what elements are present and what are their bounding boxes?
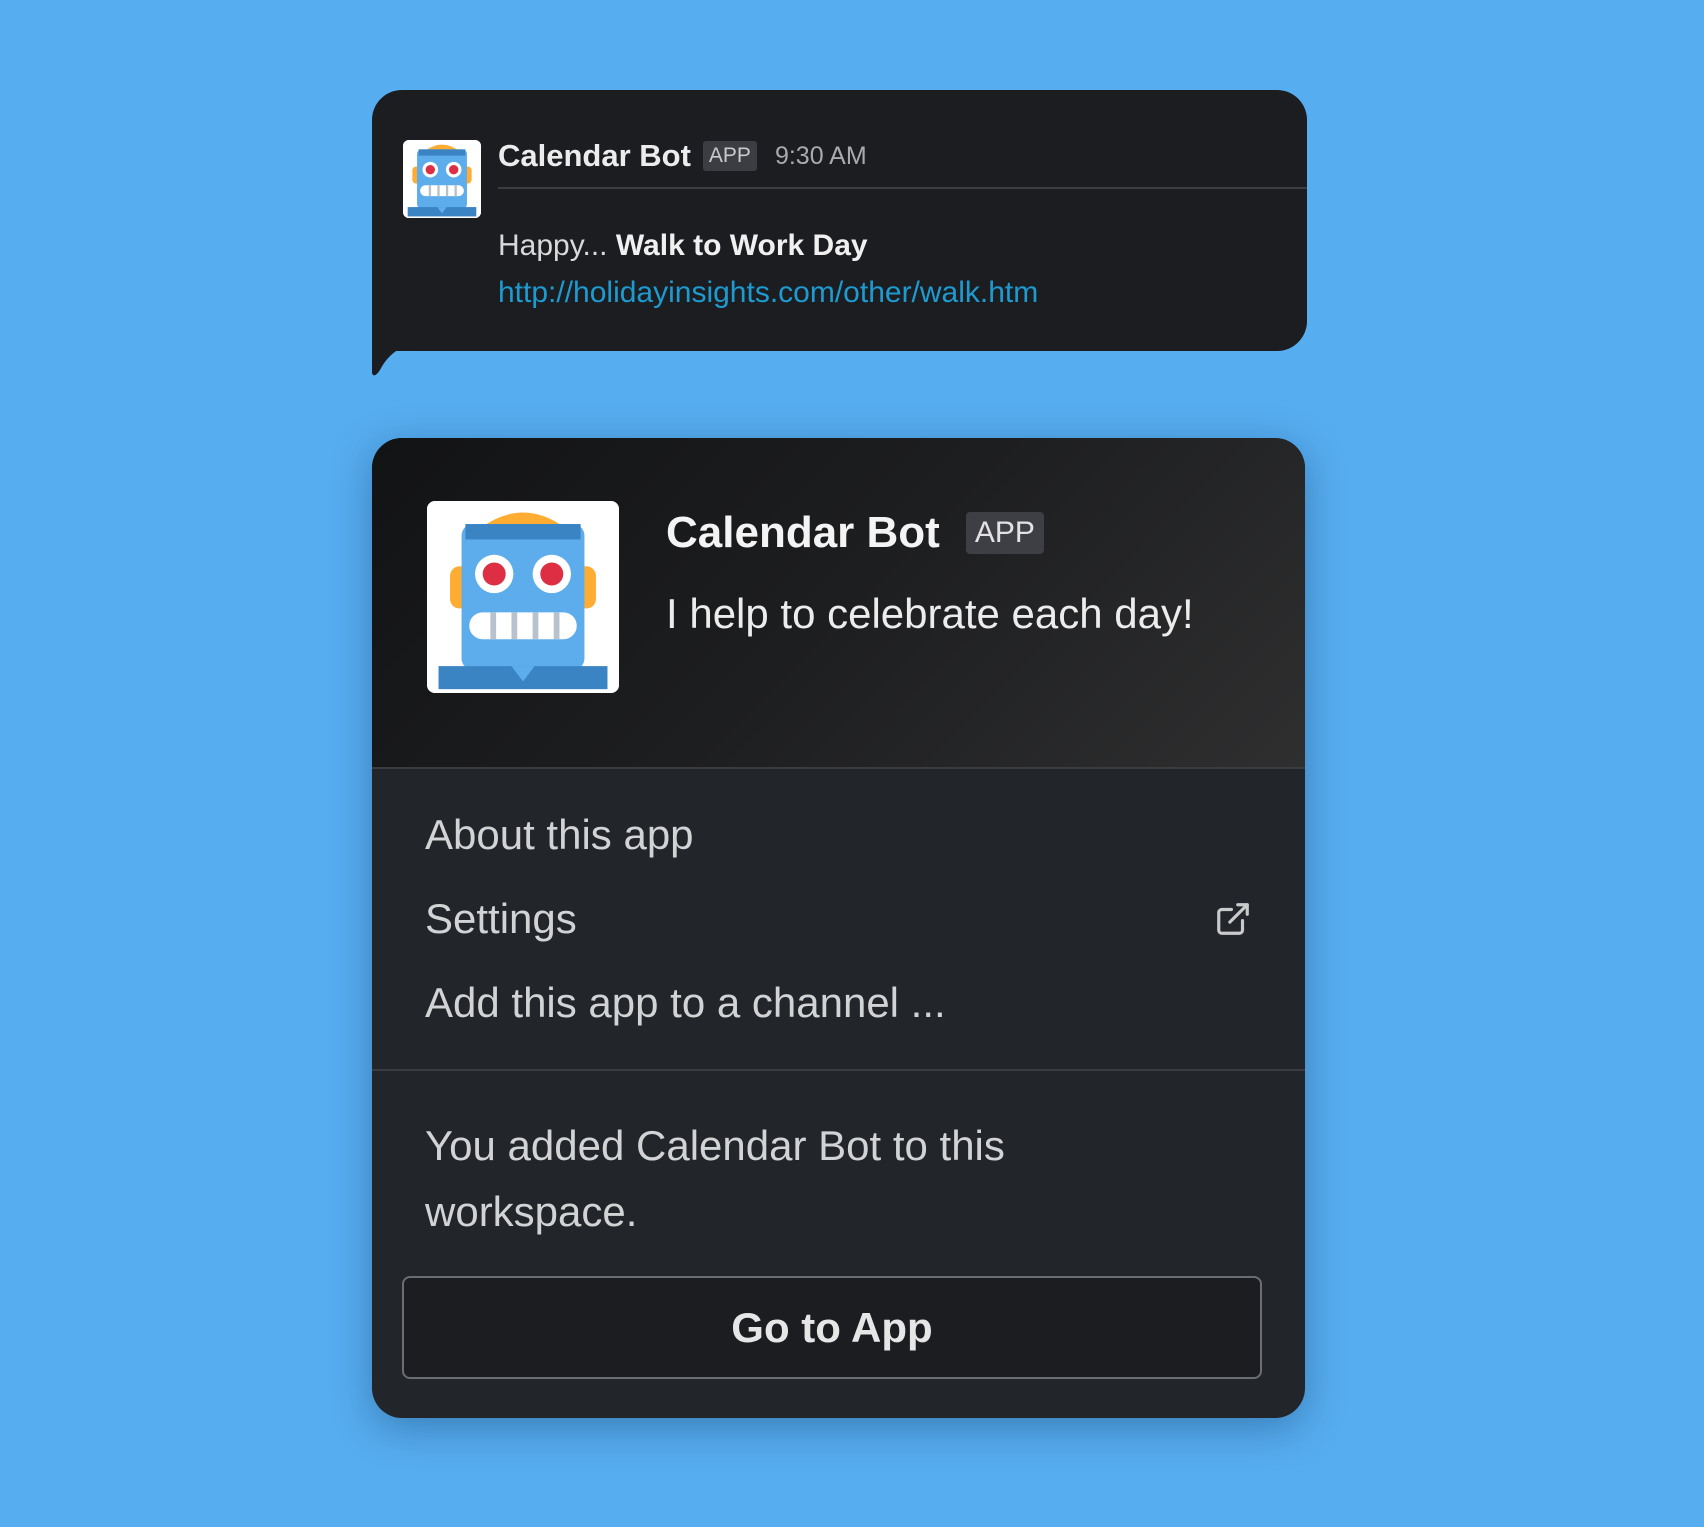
menu-item-about[interactable]: About this app bbox=[425, 800, 1252, 870]
message-link[interactable]: http://holidayinsights.com/other/walk.ht… bbox=[498, 276, 1038, 310]
robot-icon[interactable] bbox=[403, 140, 481, 218]
card-title-row: Calendar Bot APP bbox=[666, 508, 1044, 558]
message-text: Happy... Walk to Work Day bbox=[498, 229, 868, 263]
card-header: Calendar Bot APP I help to celebrate eac… bbox=[372, 438, 1305, 767]
message-timestamp[interactable]: 9:30 AM bbox=[775, 142, 867, 171]
app-badge: APP bbox=[965, 511, 1044, 555]
menu-divider bbox=[372, 1069, 1305, 1071]
message-text-prefix: Happy... bbox=[498, 229, 608, 262]
menu-item-add-to-channel[interactable]: Add this app to a channel ... bbox=[425, 968, 1252, 1038]
message-header: Calendar Bot APP 9:30 AM bbox=[498, 138, 867, 174]
go-to-app-button[interactable]: Go to App bbox=[402, 1276, 1262, 1379]
app-tagline: I help to celebrate each day! bbox=[666, 590, 1194, 637]
menu-item-label: Add this app to a channel ... bbox=[425, 979, 946, 1026]
workspace-note: You added Calendar Bot to this workspace… bbox=[425, 1122, 1005, 1235]
message-bubble: Calendar Bot APP 9:30 AM Happy... Walk t… bbox=[372, 90, 1307, 351]
menu-item-settings[interactable]: Settings bbox=[425, 884, 1252, 954]
menu-item-label: About this app bbox=[425, 811, 694, 858]
header-divider bbox=[372, 767, 1305, 769]
external-link-icon bbox=[1217, 903, 1249, 935]
menu-item-label: Settings bbox=[425, 895, 577, 942]
bubble-tail bbox=[372, 340, 432, 376]
app-profile-card: Calendar Bot APP I help to celebrate eac… bbox=[372, 438, 1305, 1418]
header-divider bbox=[498, 187, 1307, 189]
robot-icon bbox=[427, 501, 619, 693]
sender-name[interactable]: Calendar Bot bbox=[498, 138, 691, 174]
app-name: Calendar Bot bbox=[666, 508, 940, 557]
app-badge: APP bbox=[702, 141, 757, 171]
message-text-bold: Walk to Work Day bbox=[615, 229, 868, 262]
